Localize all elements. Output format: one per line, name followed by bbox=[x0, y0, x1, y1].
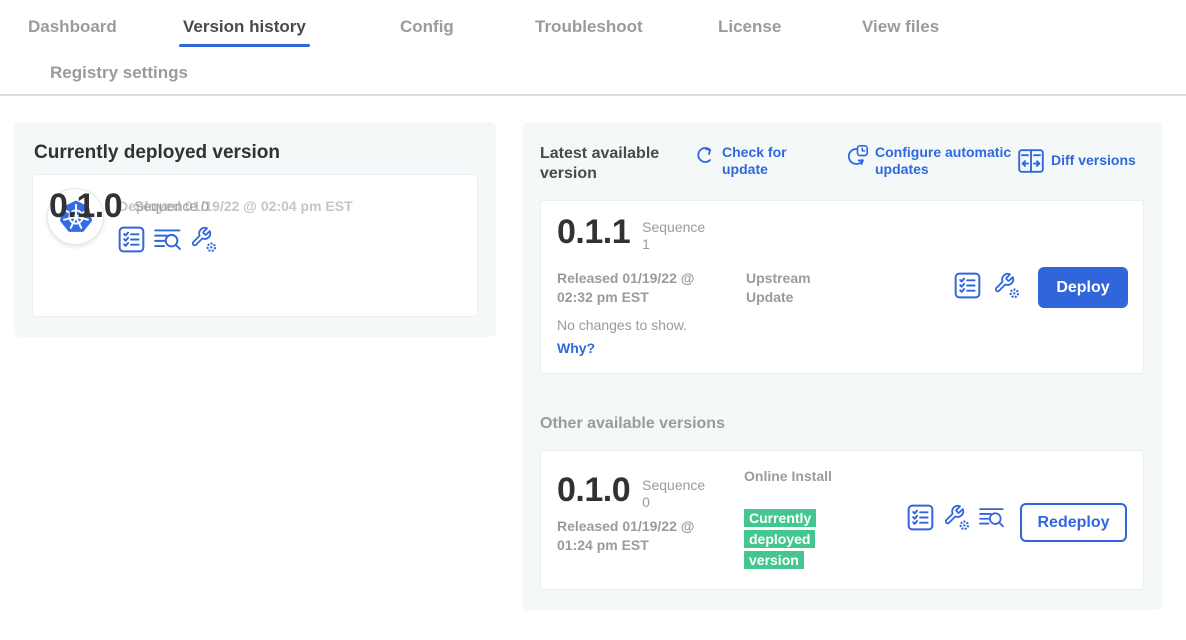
top-navigation: Dashboard Version history Config Trouble… bbox=[0, 0, 1186, 96]
edit-config-icon[interactable] bbox=[190, 226, 217, 253]
deploy-button[interactable]: Deploy bbox=[1038, 267, 1128, 308]
schedule-update-icon bbox=[845, 145, 868, 168]
currently-deployed-title: Currently deployed version bbox=[34, 142, 280, 164]
tab-troubleshoot[interactable]: Troubleshoot bbox=[535, 17, 643, 37]
currently-deployed-badge-wrap: Currently deployed version bbox=[744, 508, 830, 571]
check-for-update-label: Check for update bbox=[722, 144, 802, 178]
diff-icon bbox=[1018, 149, 1044, 173]
preflight-checks-icon[interactable] bbox=[118, 226, 145, 253]
edit-config-icon[interactable] bbox=[993, 272, 1020, 299]
other-released-timestamp: Released 01/19/22 @ 01:24 pm EST bbox=[557, 517, 725, 555]
other-version-card: 0.1.0 Sequence 0 Released 01/19/22 @ 01:… bbox=[540, 450, 1144, 590]
currently-deployed-panel: Currently deployed version 0.1.0 Sequenc… bbox=[14, 122, 496, 337]
edit-config-icon[interactable] bbox=[943, 504, 970, 531]
deploy-logs-icon[interactable] bbox=[154, 226, 181, 253]
latest-available-title: Latest available version bbox=[540, 144, 680, 184]
no-changes-text: No changes to show. bbox=[557, 317, 687, 333]
configure-automatic-updates-label: Configure automatic updates bbox=[875, 144, 1015, 178]
deployed-version-card: 0.1.0 Sequence 0 Deployed 01/19/22 @ 02:… bbox=[32, 174, 478, 317]
latest-version-number: 0.1.1 bbox=[557, 215, 630, 249]
other-available-versions-title: Other available versions bbox=[540, 415, 725, 433]
latest-released-timestamp: Released 01/19/22 @ 02:32 pm EST bbox=[557, 269, 725, 307]
install-type-label: Online Install bbox=[744, 467, 839, 486]
preflight-checks-icon[interactable] bbox=[954, 272, 981, 299]
configure-automatic-updates-link[interactable]: Configure automatic updates bbox=[845, 144, 1015, 178]
deploy-logs-icon[interactable] bbox=[979, 505, 1004, 530]
tab-view-files[interactable]: View files bbox=[862, 17, 939, 37]
deployed-version-info: 0.1.0 Sequence 0 Deployed 01/19/22 @ 02:… bbox=[118, 188, 353, 303]
latest-version-card: 0.1.1 Sequence 1 Released 01/19/22 @ 02:… bbox=[540, 200, 1144, 374]
tab-version-history[interactable]: Version history bbox=[183, 17, 306, 37]
redeploy-button[interactable]: Redeploy bbox=[1020, 503, 1127, 542]
tab-license[interactable]: License bbox=[718, 17, 781, 37]
latest-sequence-label: Sequence 1 bbox=[642, 219, 712, 253]
other-sequence-label: Sequence 0 bbox=[642, 477, 712, 511]
tab-dashboard[interactable]: Dashboard bbox=[28, 17, 117, 37]
deployed-sequence-label: Sequence 0 bbox=[134, 198, 209, 215]
deployed-version-number: 0.1.0 bbox=[49, 189, 122, 223]
refresh-icon bbox=[695, 145, 715, 165]
diff-versions-label: Diff versions bbox=[1051, 152, 1136, 169]
other-version-number: 0.1.0 bbox=[557, 473, 630, 507]
check-for-update-link[interactable]: Check for update bbox=[695, 144, 802, 178]
preflight-checks-icon[interactable] bbox=[907, 504, 934, 531]
tab-config[interactable]: Config bbox=[400, 17, 454, 37]
why-link[interactable]: Why? bbox=[557, 340, 595, 356]
currently-deployed-badge: Currently deployed version bbox=[744, 509, 816, 569]
diff-versions-link[interactable]: Diff versions bbox=[1018, 148, 1136, 173]
tab-registry-settings[interactable]: Registry settings bbox=[50, 63, 188, 83]
latest-source-label: Upstream Update bbox=[746, 269, 841, 307]
available-versions-panel: Latest available version Check for updat… bbox=[522, 122, 1162, 610]
